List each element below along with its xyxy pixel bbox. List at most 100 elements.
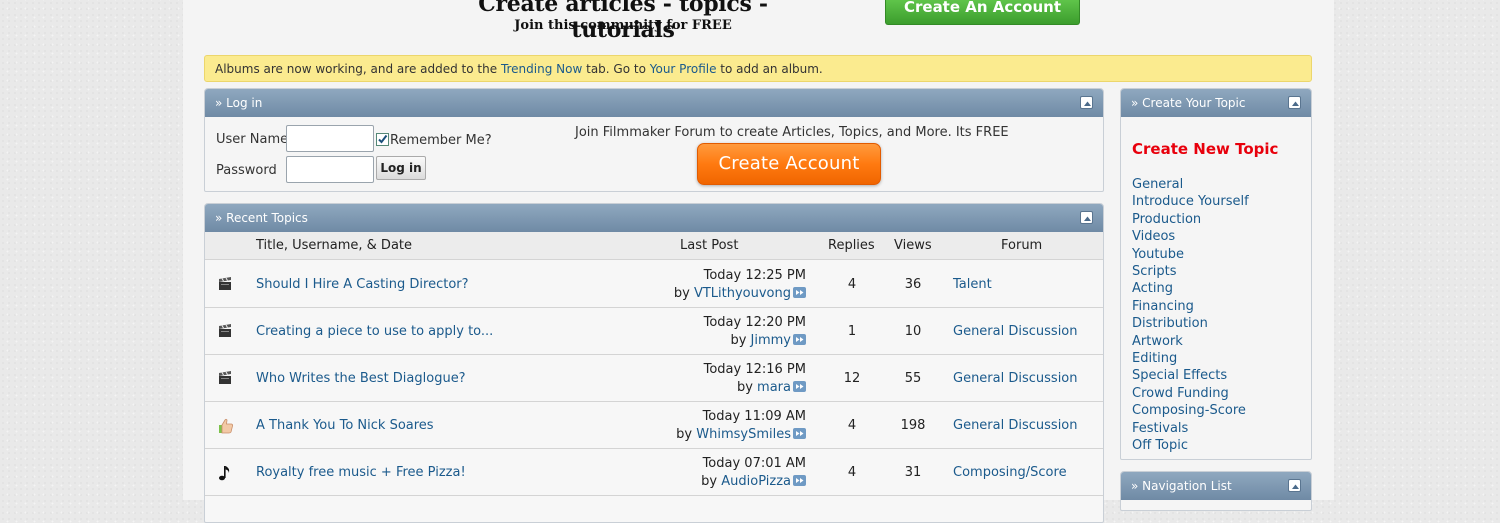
username-label: User Name [216, 132, 289, 147]
collapse-icon[interactable] [1288, 96, 1301, 109]
table-row: A Thank You To Nick Soares Today 11:09 A… [205, 402, 1103, 449]
category-link[interactable]: Scripts [1132, 264, 1176, 279]
last-post-date: Today 11:09 AM [702, 409, 806, 424]
clapperboard-icon [217, 323, 235, 341]
go-to-post-icon[interactable] [793, 334, 806, 345]
go-to-post-icon[interactable] [793, 475, 806, 486]
topic-link[interactable]: Royalty free music + Free Pizza! [256, 465, 466, 480]
table-header: Title, Username, & Date Last Post Replie… [205, 232, 1103, 260]
go-to-post-icon[interactable] [793, 428, 806, 439]
views-count: 55 [904, 371, 922, 386]
by-text: by [676, 427, 693, 442]
category-link[interactable]: Composing-Score [1132, 403, 1246, 418]
forum-link[interactable]: Talent [953, 277, 992, 292]
user-link[interactable]: mara [757, 380, 791, 395]
user-link[interactable]: AudioPizza [721, 474, 791, 489]
replies-count: 4 [847, 277, 857, 292]
topic-link[interactable]: Who Writes the Best Diaglogue? [256, 371, 466, 386]
login-panel-title: » Log in [215, 96, 263, 110]
clapperboard-icon [217, 276, 235, 294]
your-profile-link[interactable]: Your Profile [650, 62, 717, 76]
go-to-post-icon[interactable] [793, 381, 806, 392]
clapperboard-icon [217, 370, 235, 388]
last-post-by: by VTLithyouvong [674, 286, 806, 301]
navigation-list-panel: » Navigation List [1120, 471, 1312, 511]
forum-link[interactable]: General Discussion [953, 371, 1078, 386]
last-post-by: by mara [737, 380, 806, 395]
category-link[interactable]: Youtube [1132, 247, 1184, 262]
remember-me[interactable]: Remember Me? [376, 133, 492, 148]
last-post-date: Today 12:25 PM [703, 268, 806, 283]
topic-link[interactable]: Should I Hire A Casting Director? [256, 277, 469, 292]
column-last-post[interactable]: Last Post [680, 238, 738, 253]
username-input[interactable] [286, 125, 374, 152]
by-text: by [730, 333, 747, 348]
last-post-date: Today 12:16 PM [703, 362, 806, 377]
forum-link[interactable]: Composing/Score [953, 465, 1067, 480]
password-input[interactable] [286, 156, 374, 183]
last-post-by: by AudioPizza [701, 474, 806, 489]
create-topic-title: » Create Your Topic [1131, 96, 1246, 110]
category-link[interactable]: Financing [1132, 299, 1194, 314]
join-text: Join Filmmaker Forum to create Articles,… [575, 125, 1009, 140]
column-views[interactable]: Views [894, 238, 932, 253]
collapse-icon[interactable] [1080, 211, 1093, 224]
column-replies[interactable]: Replies [828, 238, 875, 253]
thumbs-up-icon [217, 417, 235, 435]
navigation-list-title: » Navigation List [1131, 479, 1232, 493]
views-count: 10 [904, 324, 922, 339]
collapse-icon[interactable] [1080, 96, 1093, 109]
column-forum[interactable]: Forum [1001, 238, 1042, 253]
notice-text: tab. Go to [582, 62, 650, 76]
create-topic-header: » Create Your Topic [1121, 89, 1311, 117]
recent-topics-header: » Recent Topics [205, 204, 1103, 232]
table-row: Who Writes the Best Diaglogue? Today 12:… [205, 355, 1103, 402]
category-link[interactable]: Videos [1132, 229, 1175, 244]
create-account-button[interactable]: Create Account [697, 143, 881, 185]
login-button[interactable]: Log in [376, 156, 426, 180]
forum-link[interactable]: General Discussion [953, 324, 1078, 339]
category-link[interactable]: Editing [1132, 351, 1177, 366]
table-row: Royalty free music + Free Pizza! Today 0… [205, 449, 1103, 496]
replies-count: 12 [843, 371, 861, 386]
last-post-date: Today 12:20 PM [703, 315, 806, 330]
category-link[interactable]: Crowd Funding [1132, 386, 1229, 401]
column-title[interactable]: Title, Username, & Date [256, 238, 412, 253]
last-post-by: by Jimmy [730, 333, 806, 348]
user-link[interactable]: WhimsySmiles [696, 427, 791, 442]
recent-topics-title: » Recent Topics [215, 211, 308, 225]
user-link[interactable]: VTLithyouvong [694, 286, 791, 301]
recent-topics-panel: » Recent Topics Title, Username, & Date … [204, 203, 1104, 523]
category-link[interactable]: General [1132, 177, 1183, 192]
category-link[interactable]: Distribution [1132, 316, 1208, 331]
topic-link[interactable]: Creating a piece to use to apply to... [256, 324, 493, 339]
by-text: by [736, 380, 753, 395]
topic-link[interactable]: A Thank You To Nick Soares [256, 418, 434, 433]
category-link[interactable]: Production [1132, 212, 1201, 227]
forum-link[interactable]: General Discussion [953, 418, 1078, 433]
collapse-icon[interactable] [1288, 479, 1301, 492]
category-link[interactable]: Introduce Yourself [1132, 194, 1249, 209]
user-link[interactable]: Jimmy [751, 333, 791, 348]
header-create-account-button[interactable]: Create An Account [885, 0, 1080, 25]
go-to-post-icon[interactable] [793, 287, 806, 298]
trending-now-link[interactable]: Trending Now [501, 62, 582, 76]
category-link[interactable]: Artwork [1132, 334, 1183, 349]
category-link[interactable]: Festivals [1132, 421, 1188, 436]
category-link[interactable]: Special Effects [1132, 368, 1227, 383]
table-row: Creating a piece to use to apply to... T… [205, 308, 1103, 355]
category-link[interactable]: Off Topic [1132, 438, 1188, 453]
create-new-topic-link[interactable]: Create New Topic [1132, 140, 1278, 158]
login-panel-header: » Log in [205, 89, 1103, 117]
remember-me-checkbox[interactable] [376, 133, 389, 146]
category-link[interactable]: Acting [1132, 281, 1173, 296]
remember-me-label: Remember Me? [390, 133, 492, 148]
password-label: Password [216, 163, 277, 178]
notice-text: Albums are now working, and are added to… [215, 62, 501, 76]
notice-text: to add an album. [716, 62, 823, 76]
by-text: by [673, 286, 690, 301]
replies-count: 1 [847, 324, 857, 339]
last-post-date: Today 07:01 AM [702, 456, 806, 471]
create-topic-panel: » Create Your Topic Create New Topic Gen… [1120, 88, 1312, 460]
views-count: 198 [900, 418, 926, 433]
